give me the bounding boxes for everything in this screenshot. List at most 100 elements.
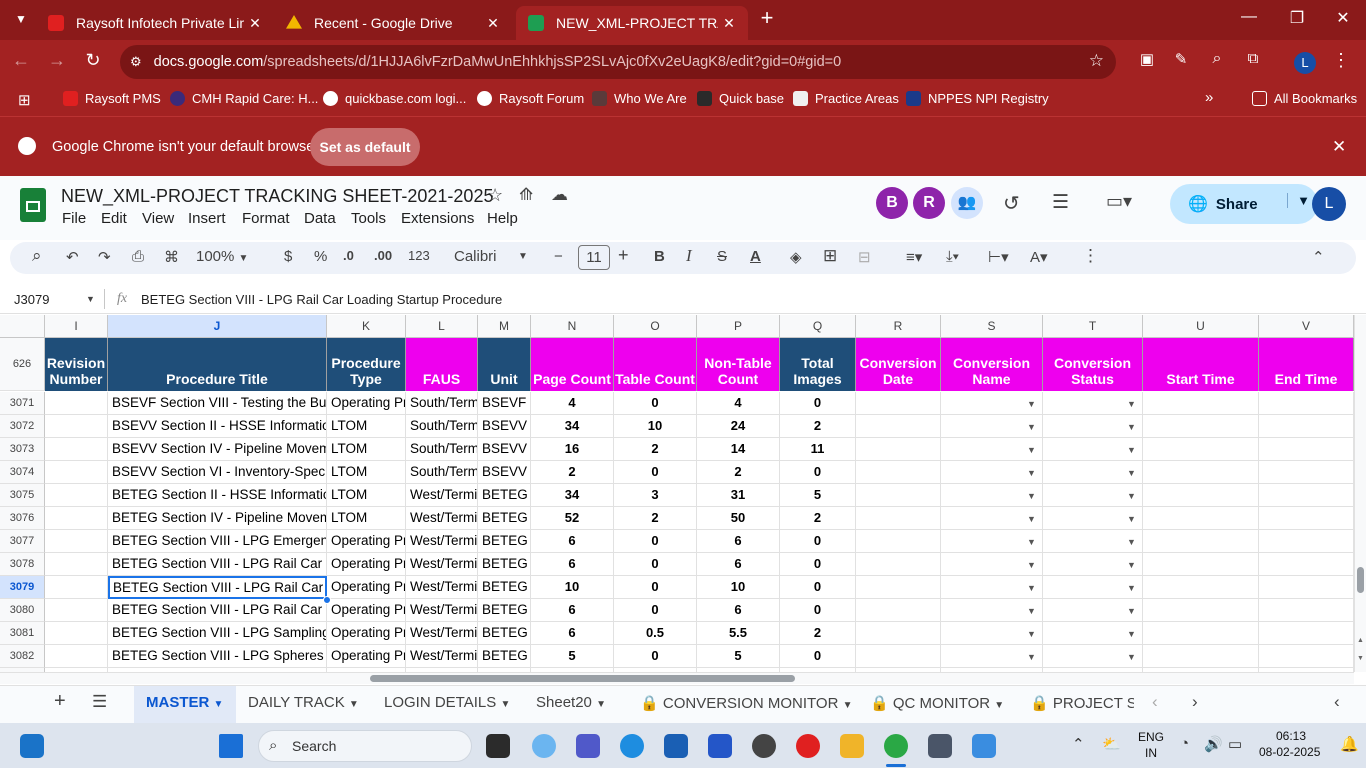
dropdown-chip-icon[interactable]: ▼ (1027, 606, 1036, 616)
menu-help[interactable]: Help (487, 210, 518, 227)
table-cell[interactable]: 6 (697, 599, 780, 622)
table-cell[interactable] (856, 461, 941, 484)
edge-icon[interactable] (620, 734, 644, 758)
sheet-tab-daily-track[interactable]: DAILY TRACK ▼ (248, 694, 359, 711)
app-icon[interactable] (972, 734, 996, 758)
dropdown-chip-icon[interactable]: ▼ (1027, 514, 1036, 524)
browser-tab-raysoft[interactable]: Raysoft Infotech Private Limited ✕ (36, 6, 274, 40)
dropdown-chip-icon[interactable]: ▼ (1127, 491, 1136, 501)
sheet-tab-qc-monitor[interactable]: 🔒 QC MONITOR ▼ (870, 694, 1004, 712)
font-dropdown-icon[interactable]: ▼ (518, 251, 528, 262)
table-cell[interactable]: 0 (614, 461, 697, 484)
table-cell[interactable]: 10 (531, 576, 614, 599)
table-cell[interactable]: Operating Pr (327, 645, 406, 668)
extension-icon[interactable]: ▣ (1134, 50, 1160, 68)
table-cell[interactable]: 6 (531, 530, 614, 553)
close-icon[interactable]: ✕ (244, 15, 266, 32)
table-cell[interactable]: 0 (614, 392, 697, 415)
table-cell[interactable] (1143, 415, 1259, 438)
table-cell[interactable] (1259, 576, 1354, 599)
table-cell[interactable]: 0 (614, 599, 697, 622)
table-cell[interactable]: LTOM (327, 507, 406, 530)
table-cell[interactable] (1143, 576, 1259, 599)
share-button[interactable]: 🌐 Share ▼ (1170, 184, 1318, 224)
table-cell[interactable] (1143, 438, 1259, 461)
table-cell[interactable]: 5 (531, 645, 614, 668)
app-icon[interactable] (708, 734, 732, 758)
dropdown-chip-icon[interactable]: ▼ (1127, 445, 1136, 455)
table-cell[interactable] (1143, 645, 1259, 668)
dropdown-chip-icon[interactable]: ▼ (1127, 468, 1136, 478)
dropdown-chip-icon[interactable]: ▼ (1027, 652, 1036, 662)
table-cell[interactable] (45, 507, 108, 530)
table-cell[interactable]: BETEG (478, 507, 531, 530)
all-sheets-icon[interactable]: ☰ (92, 692, 107, 712)
table-cell[interactable]: 11 (780, 438, 856, 461)
browser-tab-sheets[interactable]: NEW_XML-PROJECT TRACKING ✕ (516, 6, 748, 40)
clock-date[interactable]: 08-02-2025 (1259, 745, 1320, 759)
table-cell[interactable] (45, 484, 108, 507)
bookmark-practice-areas[interactable]: Practice Areas (793, 91, 899, 106)
table-cell[interactable]: 6 (531, 622, 614, 645)
column-header-u[interactable]: U (1143, 315, 1259, 338)
dropdown-chip-icon[interactable]: ▼ (1027, 583, 1036, 593)
dropdown-chip-icon[interactable]: ▼ (1127, 399, 1136, 409)
table-cell[interactable]: 5 (780, 484, 856, 507)
region-indicator[interactable]: IN (1145, 746, 1157, 760)
row-header[interactable]: 3079 (0, 576, 45, 599)
table-cell[interactable]: BETEG (478, 645, 531, 668)
collaborator-avatar-r[interactable]: R (913, 187, 945, 219)
forward-icon[interactable]: → (44, 50, 70, 71)
table-cell[interactable]: 31 (697, 484, 780, 507)
close-icon[interactable]: ✕ (718, 15, 740, 32)
table-cell[interactable]: BETEG Section VIII - LPG Rail Car Loa (108, 553, 327, 576)
header-cell[interactable]: Page Count (531, 338, 614, 391)
table-cell[interactable]: South/Term (406, 438, 478, 461)
dropdown-chip-icon[interactable]: ▼ (1027, 629, 1036, 639)
row-header[interactable]: 3076 (0, 507, 45, 530)
table-cell[interactable]: 34 (531, 484, 614, 507)
column-header-p[interactable]: P (697, 315, 780, 338)
table-cell[interactable]: 5.5 (697, 622, 780, 645)
undo-icon[interactable]: ↶ (66, 248, 79, 266)
table-cell[interactable]: Operating Pr (327, 622, 406, 645)
clock-time[interactable]: 06:13 (1276, 729, 1306, 743)
table-cell[interactable] (1259, 645, 1354, 668)
table-cell[interactable] (1143, 553, 1259, 576)
all-bookmarks[interactable]: All Bookmarks (1252, 91, 1357, 106)
formula-input[interactable]: BETEG Section VIII - LPG Rail Car Loadin… (141, 292, 502, 307)
table-cell[interactable]: 0 (614, 576, 697, 599)
dropdown-chip-icon[interactable]: ▼ (1127, 560, 1136, 570)
table-cell[interactable]: LTOM (327, 484, 406, 507)
header-cell[interactable]: Procedure Title (108, 338, 327, 391)
table-cell[interactable]: 4 (697, 392, 780, 415)
sheets-logo-icon[interactable] (20, 188, 46, 222)
menu-kebab-icon[interactable]: ⋮ (1328, 50, 1354, 71)
volume-icon[interactable]: 🔊 (1204, 735, 1223, 753)
row-header[interactable]: 3081 (0, 622, 45, 645)
fill-color-icon[interactable]: ◈ (790, 248, 802, 266)
table-cell[interactable]: 0 (780, 553, 856, 576)
table-cell[interactable] (45, 461, 108, 484)
extensions-puzzle-icon[interactable]: ⧉ (1240, 50, 1266, 67)
sheet-tab-sheet20[interactable]: Sheet20 ▼ (536, 694, 606, 711)
frozen-row-header[interactable]: 626 (0, 338, 45, 391)
table-cell[interactable]: 2 (614, 438, 697, 461)
table-cell[interactable] (45, 576, 108, 599)
table-cell[interactable]: Operating Pr (327, 530, 406, 553)
table-cell[interactable] (1259, 530, 1354, 553)
merge-cells-icon[interactable]: ⊟ (858, 248, 871, 266)
bookmark-quickbase-login[interactable]: quickbase.com logi... (323, 91, 466, 106)
table-cell[interactable]: LTOM (327, 461, 406, 484)
table-cell[interactable] (45, 530, 108, 553)
bookmark-who-we-are[interactable]: Who We Are (592, 91, 687, 106)
table-cell[interactable]: West/Termi (406, 484, 478, 507)
table-cell[interactable] (1143, 622, 1259, 645)
spreadsheet-grid[interactable]: 626 I Revision Number J Procedure Title K Proc… (0, 315, 1354, 672)
table-cell[interactable] (1143, 599, 1259, 622)
search-menus-icon[interactable]: ⌕ (32, 246, 42, 266)
table-cell[interactable] (856, 553, 941, 576)
vertical-align-icon[interactable]: ⤓▾ (946, 248, 959, 265)
table-cell[interactable]: 6 (697, 530, 780, 553)
dropdown-chip-icon[interactable]: ▼ (1127, 537, 1136, 547)
